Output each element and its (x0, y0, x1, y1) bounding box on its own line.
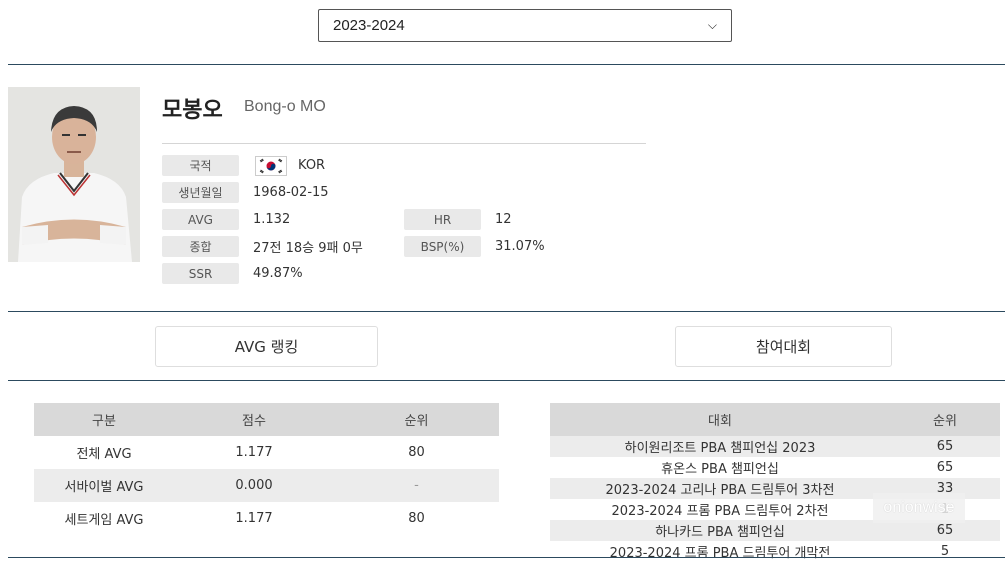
row-rank: 65 (936, 523, 954, 538)
bsp-value: 31.07% (495, 239, 545, 254)
table-row: 세트게임 AVG 1.177 80 (34, 502, 499, 535)
row-rank: 80 (408, 445, 425, 460)
row-tournament: 휴온스 PBA 챔피언십 (661, 462, 779, 477)
season-select-value: 2023-2024 (333, 17, 405, 34)
avg-ranking-button[interactable]: AVG 랭킹 (155, 326, 378, 367)
avg-label: AVG (162, 209, 239, 230)
row-score: 1.177 (235, 445, 273, 460)
avg-ranking-table: 구분 점수 순위 전체 AVG 1.177 80 서바이벌 AVG 0.000 … (34, 403, 499, 535)
bottom-divider (8, 557, 1005, 558)
tournament-table: 대회 순위 하이원리조트 PBA 챔피언십 2023 65 휴온스 PBA 챔피… (550, 403, 1000, 562)
header-tournament: 대회 (550, 403, 890, 436)
chevron-down-icon: ⌵ (707, 18, 717, 32)
row-category: 세트게임 AVG (64, 513, 144, 528)
row-tournament: 2023-2024 프롬 PBA 드림투어 2차전 (611, 504, 829, 519)
player-name-korean: 모봉오 (162, 98, 223, 123)
tournaments-button[interactable]: 참여대회 (675, 326, 892, 367)
header-score: 점수 (174, 403, 334, 436)
row-rank: 65 (936, 460, 954, 475)
bsp-label: BSP(%) (404, 236, 481, 257)
row-rank: 80 (408, 511, 425, 526)
table-row[interactable]: 휴온스 PBA 챔피언십 65 (550, 457, 1000, 478)
korea-flag-icon (255, 156, 287, 176)
row-tournament: 2023-2024 고리나 PBA 드림투어 3차전 (605, 483, 835, 498)
info-divider (8, 311, 1005, 312)
nationality-label: 국적 (162, 155, 239, 176)
hr-value: 12 (495, 212, 512, 227)
row-rank: 65 (936, 439, 954, 454)
nationality-value: KOR (298, 158, 326, 173)
section-divider (8, 380, 1005, 381)
player-photo (8, 87, 140, 262)
table-row[interactable]: 2023-2024 프롬 PBA 드림투어 개막전 5 (550, 541, 1000, 562)
table-row[interactable]: 하나카드 PBA 챔피언십 65 (550, 520, 1000, 541)
row-tournament: 하나카드 PBA 챔피언십 (655, 525, 785, 540)
table-row: 서바이벌 AVG 0.000 - (34, 469, 499, 502)
header-rank: 순위 (890, 403, 1000, 436)
player-name-english: Bong-o MO (244, 98, 326, 115)
birth-label: 생년월일 (162, 182, 239, 203)
row-category: 서바이벌 AVG (64, 480, 144, 495)
row-tournament: 하이원리조트 PBA 챔피언십 2023 (624, 441, 816, 456)
ssr-label: SSR (162, 263, 239, 284)
season-select[interactable]: 2023-2024 ⌵ (318, 9, 732, 42)
ssr-value: 49.87% (253, 266, 303, 281)
row-tournament: 2023-2024 프롬 PBA 드림투어 개막전 (609, 546, 831, 561)
table-header-row: 대회 순위 (550, 403, 1000, 436)
row-rank: 5 (940, 544, 950, 559)
birth-value: 1968-02-15 (253, 185, 329, 200)
header-rank: 순위 (334, 403, 499, 436)
row-score: 1.177 (235, 511, 273, 526)
name-divider (162, 143, 646, 144)
total-value: 27전 18승 9패 0무 (253, 241, 363, 256)
row-rank: - (414, 478, 419, 493)
table-header-row: 구분 점수 순위 (34, 403, 499, 436)
watermark: onionwise (873, 493, 965, 523)
top-divider (8, 64, 1005, 65)
row-score: 0.000 (235, 478, 273, 493)
total-label: 종합 (162, 236, 239, 257)
header-category: 구분 (34, 403, 174, 436)
hr-label: HR (404, 209, 481, 230)
row-category: 전체 AVG (76, 447, 132, 462)
table-row: 전체 AVG 1.177 80 (34, 436, 499, 469)
table-row[interactable]: 하이원리조트 PBA 챔피언십 2023 65 (550, 436, 1000, 457)
avg-value: 1.132 (253, 212, 291, 227)
